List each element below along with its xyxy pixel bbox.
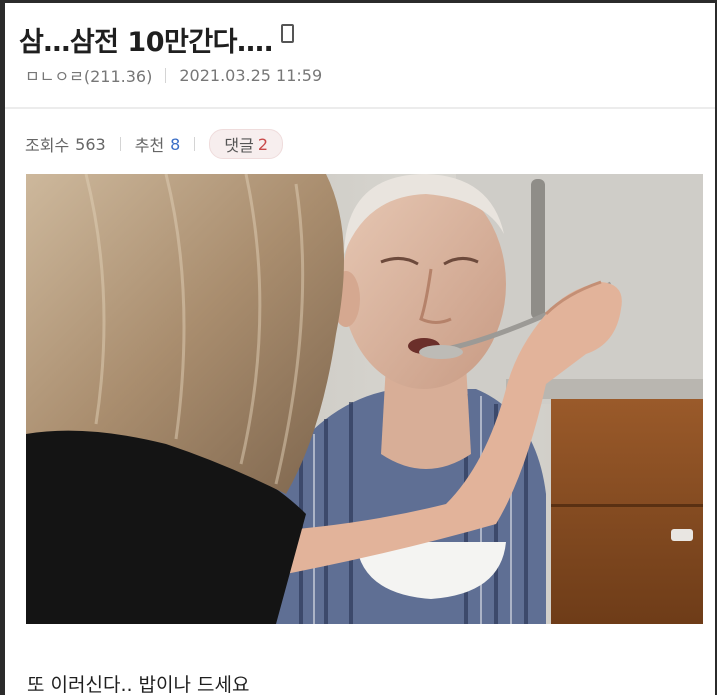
stats-divider: [119, 137, 121, 151]
mobile-phone-icon: [281, 23, 295, 43]
post-caption: 또 이러신다.. 밥이나 드세요: [27, 674, 250, 695]
post-title: 삼…삼전 10만간다….: [19, 26, 274, 58]
comments-count: 2: [257, 134, 268, 154]
stats-divider: [194, 137, 196, 151]
views-label: 조회수: [25, 136, 70, 155]
post-page: 삼…삼전 10만간다…. ㅁㄴㅇㄹ(211.36) 2021.03.25 11:…: [5, 3, 715, 695]
kitchen-cabinet: [551, 399, 703, 624]
post-stats: 조회수 563 추천 8 댓글 2: [25, 129, 283, 159]
post-photo: [26, 174, 703, 624]
recommend-count: 8: [170, 134, 181, 154]
meta-divider: [165, 67, 167, 83]
comments-button[interactable]: 댓글 2: [209, 129, 283, 159]
post-title-row: 삼…삼전 10만간다….: [19, 17, 295, 61]
views-count: 563: [75, 134, 106, 154]
post-author[interactable]: ㅁㄴㅇㄹ(211.36): [25, 63, 152, 87]
faucet: [531, 179, 545, 319]
recommend-label: 추천: [134, 136, 165, 155]
post-date: 2021.03.25 11:59: [179, 65, 323, 85]
comments-label: 댓글: [224, 136, 254, 155]
header-divider: [5, 107, 715, 109]
post-meta: ㅁㄴㅇㄹ(211.36) 2021.03.25 11:59: [25, 63, 322, 87]
